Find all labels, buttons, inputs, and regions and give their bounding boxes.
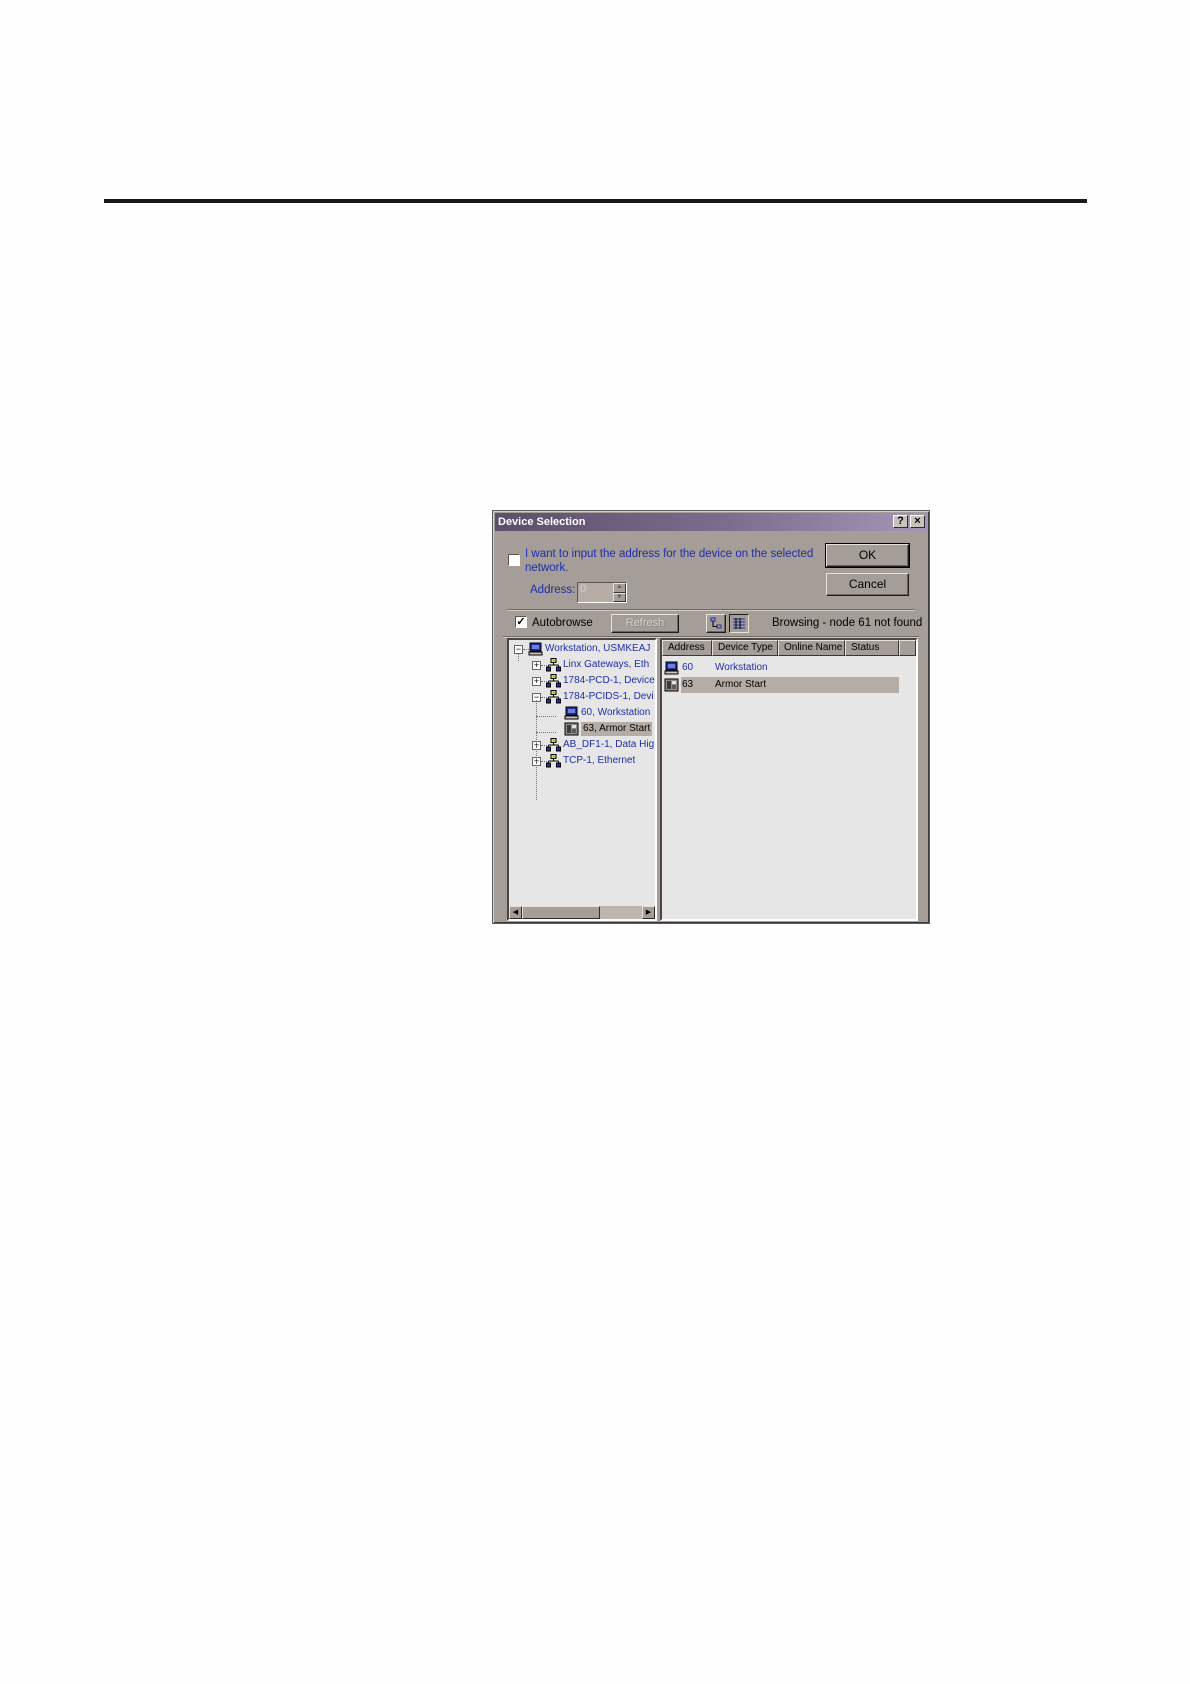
browse-status: Browsing - node 61 not found [772,617,923,629]
autobrowse-label[interactable]: Autobrowse [532,617,593,629]
row-device-type: Armor Start [715,679,767,690]
ok-button[interactable]: OK [825,543,910,568]
scroll-thumb[interactable] [522,906,600,919]
close-button[interactable]: × [910,515,925,528]
column-header-status[interactable]: Status [845,640,899,656]
network-icon [546,690,561,709]
tree-connector [536,700,537,800]
row-address: 63 [682,679,694,690]
network-tree-pane[interactable]: − Workstation, USMKEAJ + Linx Gateways, Eth… [507,638,657,921]
spin-down-icon[interactable]: ▼ [613,592,626,602]
column-header-online-name[interactable]: Online Name [778,640,845,656]
tree-item-label: Linx Gateways, Eth [563,659,650,670]
list-view-button[interactable] [729,614,749,633]
tree-item-label: Workstation, USMKEAJ [545,643,651,654]
dialog-title: Device Selection [498,516,586,528]
tree-item-label: AB_DF1-1, Data Hig [563,739,655,750]
tree-view-button[interactable] [706,614,726,633]
row-address: 60 [682,662,694,673]
network-icon [546,754,561,773]
manual-address-checkbox[interactable] [508,554,520,566]
row-device-type: Workstation [715,662,768,673]
armorstart-icon [664,678,679,698]
page-header-rule [104,199,1087,203]
column-header-address[interactable]: Address [662,640,712,656]
device-row[interactable]: 60 Workstation [664,660,899,676]
tree-item-label: 1784-PCD-1, Device [563,675,655,686]
collapse-icon[interactable]: − [514,645,523,654]
tree-item-label: 1784-PCIDS-1, Devi [563,691,654,702]
manual-address-label-line2: network. [525,562,569,574]
tree-connector [536,716,556,717]
tree-horizontal-scrollbar[interactable]: ◀ ▶ [509,906,655,919]
divider [507,609,915,611]
device-list-pane[interactable]: Address Device Type Online Name Status 6… [660,638,918,921]
address-spinner[interactable]: 0 ▲ ▼ [577,582,627,603]
column-header-device-type[interactable]: Device Type [712,640,778,656]
list-view-icon [733,618,745,629]
workstation-icon [528,642,543,661]
tree-connector [518,654,519,661]
tree-item-label: 60, Workstation [581,707,651,718]
column-header-filler [899,640,916,656]
device-row[interactable]: 63 Armor Start [664,677,899,693]
tree-item-label: 63, Armor Start [581,722,653,736]
row-highlight [681,660,899,676]
address-value: 0 [580,583,587,595]
tree-item-label: TCP-1, Ethernet [563,755,636,766]
manual-address-label[interactable]: I want to input the address for the devi… [525,547,813,575]
scroll-right-icon[interactable]: ▶ [642,906,655,919]
expand-icon[interactable]: + [532,661,541,670]
tree-connector [536,732,556,733]
cancel-button[interactable]: Cancel [826,573,909,596]
dialog-titlebar: Device Selection ? × [495,513,927,531]
address-label: Address: [530,584,576,596]
spin-up-icon[interactable]: ▲ [613,583,626,593]
autobrowse-checkbox[interactable]: ✓ [515,616,527,628]
help-button[interactable]: ? [893,515,908,528]
row-highlight [681,677,899,693]
scroll-left-icon[interactable]: ◀ [509,906,522,919]
expand-icon[interactable]: + [532,677,541,686]
refresh-button[interactable]: Refresh [611,614,679,633]
device-selection-dialog: Device Selection ? × I want to input the… [492,510,930,924]
manual-address-label-line1: I want to input the address for the devi… [525,548,814,560]
tree-view-icon [710,617,722,629]
